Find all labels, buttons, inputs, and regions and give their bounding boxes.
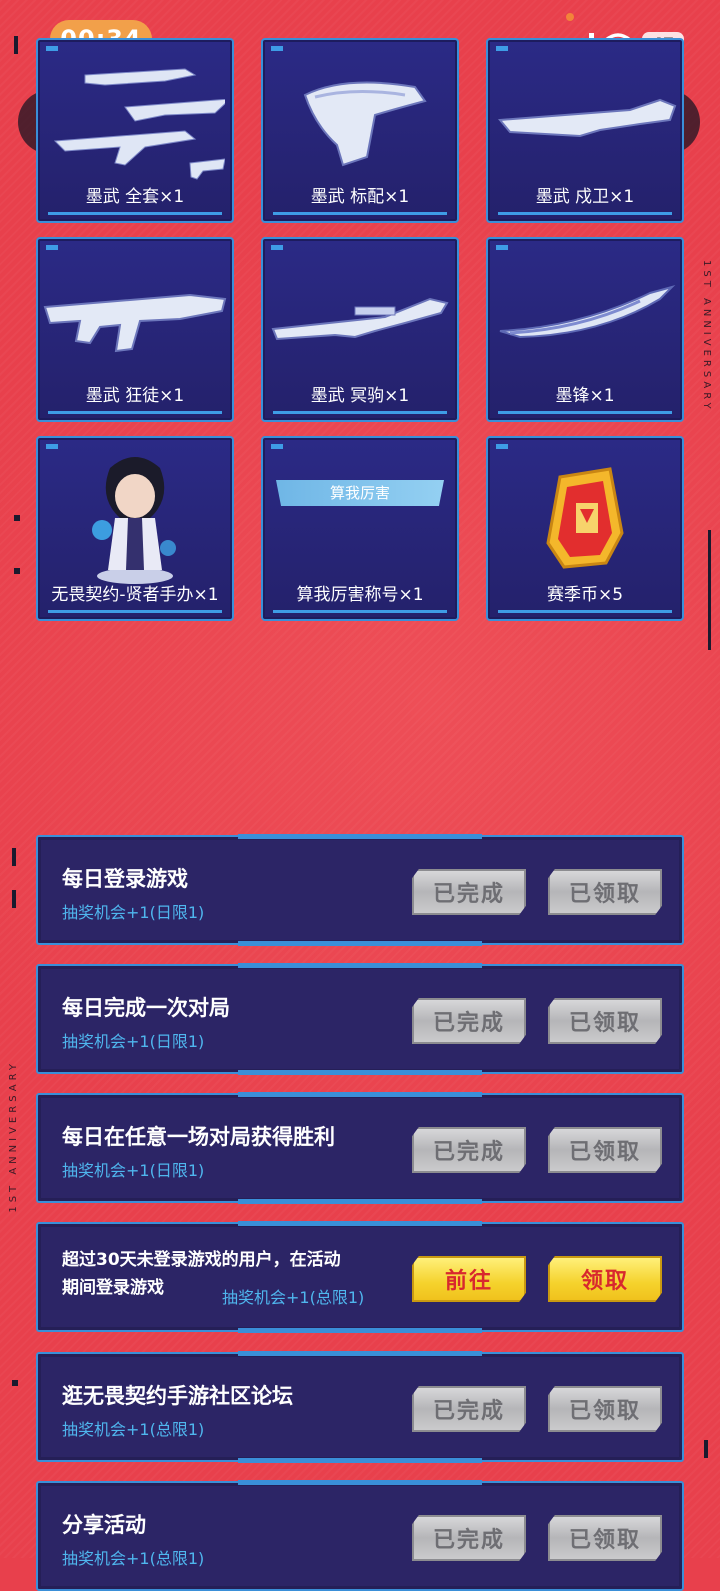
task-reward: 抽奖机会+1(日限1) bbox=[62, 903, 205, 922]
reward-card[interactable]: 墨武 全套×1 bbox=[36, 38, 234, 223]
task-complete-button[interactable]: 已完成 bbox=[412, 869, 526, 915]
task-row: 每日在任意一场对局获得胜利 抽奖机会+1(日限1) 已完成 已领取 bbox=[36, 1092, 684, 1204]
task-reward: 抽奖机会+1(日限1) bbox=[62, 1161, 205, 1180]
reward-card[interactable]: 无畏契约-贤者手办×1 bbox=[36, 436, 234, 621]
task-complete-button[interactable]: 已完成 bbox=[412, 1386, 526, 1432]
side-text-right: 1ST ANNIVERSARY bbox=[701, 260, 712, 413]
reward-card[interactable]: 算我厉害 算我厉害称号×1 bbox=[261, 436, 459, 621]
task-reward: 抽奖机会+1(总限1) bbox=[222, 1288, 365, 1307]
task-row: 每日完成一次对局 抽奖机会+1(日限1) 已完成 已领取 bbox=[36, 963, 684, 1075]
task-row: 超过30天未登录游戏的用户，在活动 期间登录游戏 抽奖机会+1(总限1) 前往 … bbox=[36, 1221, 684, 1333]
task-claim-button[interactable]: 领取 bbox=[548, 1256, 662, 1302]
task-goto-button[interactable]: 前往 bbox=[412, 1256, 526, 1302]
reward-card[interactable]: 墨武 冥驹×1 bbox=[261, 237, 459, 422]
blade-icon bbox=[488, 249, 682, 389]
season-coin-icon bbox=[488, 448, 682, 588]
side-text-left: 1ST ANNIVERSARY bbox=[8, 1060, 19, 1213]
task-complete-button[interactable]: 已完成 bbox=[412, 1515, 526, 1561]
reward-card[interactable]: 墨武 标配×1 bbox=[261, 38, 459, 223]
deco-tick bbox=[12, 890, 16, 908]
weapon-set-icon bbox=[38, 50, 232, 190]
reward-label: 墨武 标配×1 bbox=[310, 187, 410, 207]
task-title: 每日登录游戏 bbox=[62, 867, 188, 891]
reward-card[interactable]: 墨武 戍卫×1 bbox=[486, 38, 684, 223]
task-row: 逛无畏契约手游社区论坛 抽奖机会+1(总限1) 已完成 已领取 bbox=[36, 1351, 684, 1463]
deco-dot bbox=[12, 1380, 18, 1386]
deco-tick bbox=[14, 36, 18, 54]
reward-label: 墨锋×1 bbox=[555, 386, 615, 406]
task-reward: 抽奖机会+1(总限1) bbox=[62, 1420, 205, 1439]
task-claim-button[interactable]: 已领取 bbox=[548, 1515, 662, 1561]
reward-grid: 墨武 全套×1 墨武 标配×1 墨武 戍卫×1 墨武 狂徒×1 墨武 冥驹×1 … bbox=[36, 38, 684, 621]
figure-icon bbox=[38, 448, 232, 588]
reward-label: 墨武 戍卫×1 bbox=[535, 187, 635, 207]
task-claim-button[interactable]: 已领取 bbox=[548, 1386, 662, 1432]
task-title: 分享活动 bbox=[62, 1513, 146, 1537]
assault-rifle-icon bbox=[38, 249, 232, 389]
reward-label: 算我厉害称号×1 bbox=[296, 585, 424, 605]
reward-label: 墨武 全套×1 bbox=[85, 187, 185, 207]
task-reward: 抽奖机会+1(总限1) bbox=[62, 1549, 205, 1568]
task-claim-button[interactable]: 已领取 bbox=[548, 1127, 662, 1173]
task-row: 每日登录游戏 抽奖机会+1(日限1) 已完成 已领取 bbox=[36, 834, 684, 946]
task-row: 分享活动 抽奖机会+1(总限1) 已完成 已领取 bbox=[36, 1480, 684, 1591]
reward-label: 墨武 狂徒×1 bbox=[85, 386, 185, 406]
task-claim-button[interactable]: 已领取 bbox=[548, 869, 662, 915]
task-claim-button[interactable]: 已领取 bbox=[548, 998, 662, 1044]
pistol-icon bbox=[263, 50, 457, 190]
deco-dot bbox=[14, 568, 20, 574]
task-title-line: 超过30天未登录游戏的用户，在活动 bbox=[62, 1250, 341, 1270]
rifle-icon bbox=[488, 50, 682, 190]
deco-tick bbox=[704, 1440, 708, 1458]
reward-label: 赛季币×5 bbox=[546, 585, 624, 605]
deco-dot bbox=[14, 515, 20, 521]
sniper-rifle-icon bbox=[263, 249, 457, 389]
task-title: 逛无畏契约手游社区论坛 bbox=[62, 1384, 293, 1408]
reward-card[interactable]: 墨武 狂徒×1 bbox=[36, 237, 234, 422]
recording-indicator bbox=[566, 13, 574, 21]
reward-card[interactable]: 墨锋×1 bbox=[486, 237, 684, 422]
deco-tick bbox=[708, 530, 711, 650]
task-title: 每日完成一次对局 bbox=[62, 996, 230, 1020]
reward-label: 无畏契约-贤者手办×1 bbox=[51, 585, 219, 605]
reward-card[interactable]: 赛季币×5 bbox=[486, 436, 684, 621]
task-title: 每日在任意一场对局获得胜利 bbox=[62, 1125, 335, 1149]
title-banner-icon: 算我厉害 bbox=[263, 438, 457, 548]
task-complete-button[interactable]: 已完成 bbox=[412, 998, 526, 1044]
task-complete-button[interactable]: 已完成 bbox=[412, 1127, 526, 1173]
task-reward: 抽奖机会+1(日限1) bbox=[62, 1032, 205, 1051]
reward-label: 墨武 冥驹×1 bbox=[310, 386, 410, 406]
deco-tick bbox=[12, 848, 16, 866]
title-banner-text: 算我厉害 bbox=[276, 480, 444, 506]
